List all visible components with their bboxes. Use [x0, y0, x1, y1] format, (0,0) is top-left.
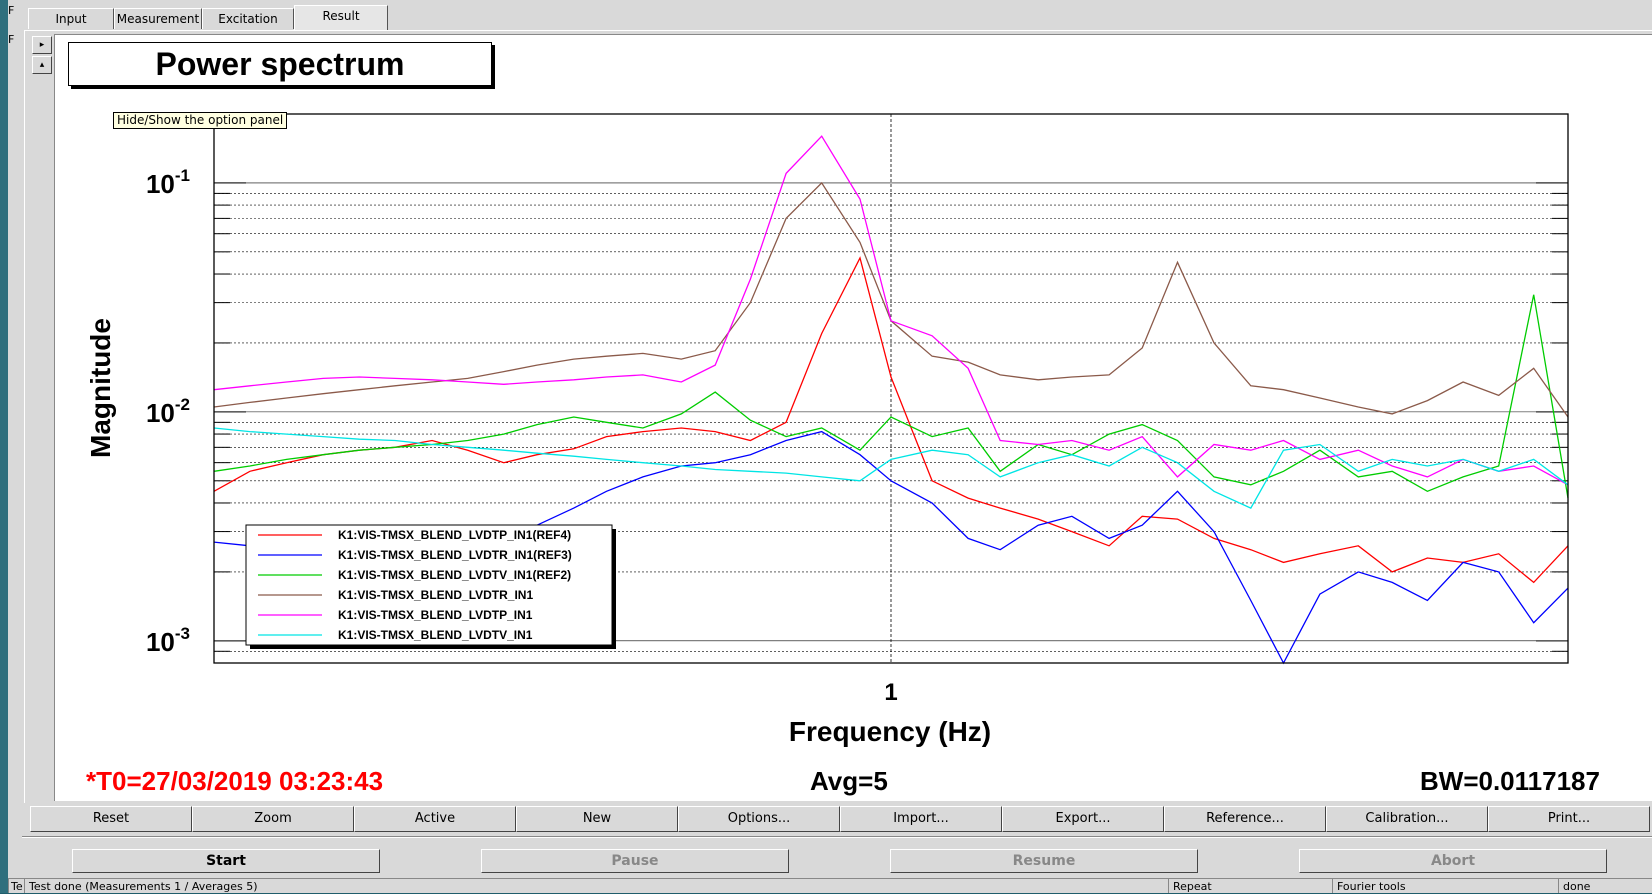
- legend-label: K1:VIS-TMSX_BLEND_LVDTR_IN1: [338, 588, 533, 602]
- start-button[interactable]: Start: [72, 849, 380, 873]
- legend-label: K1:VIS-TMSX_BLEND_LVDTV_IN1: [338, 628, 533, 642]
- x-tick-label: 1: [884, 679, 897, 706]
- legend-box: [245, 524, 613, 646]
- zoom-button[interactable]: Zoom: [192, 806, 354, 832]
- x-axis-label: Frequency (Hz): [789, 716, 991, 747]
- export-button[interactable]: Export...: [1002, 806, 1164, 832]
- new-button[interactable]: New: [516, 806, 678, 832]
- option-panel-tooltip: Hide/Show the option panel: [113, 112, 288, 129]
- y-axis-label: Magnitude: [85, 318, 116, 458]
- chart-title: Power spectrum: [68, 42, 492, 86]
- y-tick-labels: 10-1 10-2 10-3: [146, 166, 190, 657]
- reference-button[interactable]: Reference...: [1164, 806, 1326, 832]
- y-tick-label: 10-2: [146, 395, 190, 428]
- t0-timestamp: *T0=27/03/2019 03:23:43: [86, 766, 384, 796]
- status-tools: Fourier tools: [1332, 878, 1558, 893]
- options-button[interactable]: Options...: [678, 806, 840, 832]
- status-state: done: [1558, 878, 1652, 893]
- legend-label: K1:VIS-TMSX_BLEND_LVDTR_IN1(REF3): [338, 548, 572, 562]
- legend: K1:VIS-TMSX_BLEND_LVDTP_IN1(REF4) K1:VIS-…: [245, 524, 616, 649]
- x-tick-labels: 1: [884, 679, 897, 706]
- y-tick-label: 10-1: [146, 166, 190, 199]
- pause-button[interactable]: Pause: [481, 849, 789, 873]
- legend-label: K1:VIS-TMSX_BLEND_LVDTV_IN1(REF2): [338, 568, 571, 582]
- separator: [22, 836, 1652, 838]
- abort-button[interactable]: Abort: [1299, 849, 1607, 873]
- reset-button[interactable]: Reset: [30, 806, 192, 832]
- active-button[interactable]: Active: [354, 806, 516, 832]
- status-repeat: Repeat: [1168, 878, 1332, 893]
- status-message: Test done (Measurements 1 / Averages 5): [24, 878, 1168, 893]
- bandwidth-readout: BW=0.0117187: [1420, 766, 1600, 796]
- power-spectrum-chart: 10-110-210-3 1 Magnitude Frequency (Hz) …: [85, 113, 1569, 747]
- legend-label: K1:VIS-TMSX_BLEND_LVDTP_IN1: [338, 608, 533, 622]
- y-tick-label: 10-3: [146, 624, 190, 657]
- status-left-fragment: Te: [8, 878, 24, 893]
- calibration-button[interactable]: Calibration...: [1326, 806, 1488, 832]
- import-button[interactable]: Import...: [840, 806, 1002, 832]
- resume-button[interactable]: Resume: [890, 849, 1198, 873]
- averages-readout: Avg=5: [810, 766, 888, 796]
- legend-label: K1:VIS-TMSX_BLEND_LVDTP_IN1(REF4): [338, 528, 571, 542]
- print-button[interactable]: Print...: [1488, 806, 1650, 832]
